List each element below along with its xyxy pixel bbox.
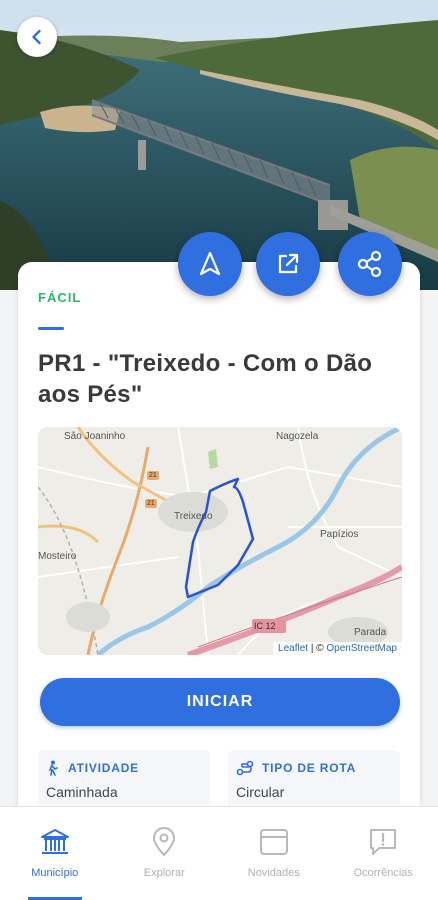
navigate-icon: [199, 251, 221, 276]
route-type-icon: [236, 760, 254, 776]
nav-item-ocorrencias[interactable]: Ocorrências: [329, 807, 438, 900]
nav-item-municipio[interactable]: Município: [0, 807, 110, 900]
navigate-button[interactable]: [178, 232, 242, 296]
road-label: 21: [147, 500, 155, 507]
difficulty-label: FÁCIL: [38, 290, 82, 305]
bottom-navigation: Município Explorar Novidades Ocorrências: [0, 806, 438, 900]
map-canvas: [38, 427, 402, 655]
map-place-label: Papízios: [320, 529, 359, 540]
accent-divider: [38, 327, 64, 330]
road-label: 21: [149, 472, 157, 479]
nav-item-explorar[interactable]: Explorar: [110, 807, 220, 900]
route-type-label: TIPO DE ROTA: [262, 761, 357, 775]
share-button[interactable]: [338, 232, 402, 296]
activity-header: ATIVIDADE: [46, 760, 139, 776]
back-button[interactable]: [17, 17, 57, 57]
building-icon: [40, 829, 69, 854]
nav-label: Ocorrências: [353, 867, 413, 879]
route-type-value: Circular: [236, 784, 285, 800]
nav-label: Explorar: [143, 867, 185, 879]
report-alert-icon: [370, 829, 397, 855]
external-link-icon: [278, 253, 299, 274]
news-icon: [259, 829, 288, 855]
activity-label: ATIVIDADE: [68, 761, 139, 775]
route-title: PR1 - "Treixedo - Com o Dão aos Pés": [38, 350, 373, 408]
leaflet-link[interactable]: Leaflet: [278, 643, 308, 654]
highway-label: IC 12: [254, 621, 276, 631]
map-place-label: Nagozela: [276, 431, 319, 442]
map-attribution: Leaflet | © OpenStreetMap: [273, 642, 402, 655]
route-card: FÁCIL PR1 - "Treixedo - Com o Dão aos Pé…: [18, 262, 420, 822]
route-map[interactable]: São Joaninho Nagozela Treixedo Papízios …: [38, 427, 402, 655]
map-place-label: Parada: [354, 627, 387, 638]
route-type-header: TIPO DE ROTA: [236, 760, 356, 776]
nav-label: Município: [31, 867, 79, 879]
openstreetmap-link[interactable]: OpenStreetMap: [326, 643, 397, 654]
map-place-label: São Joaninho: [64, 431, 126, 442]
share-icon: [357, 250, 382, 278]
map-place-label: Mosteiro: [38, 551, 77, 562]
activity-value: Caminhada: [46, 784, 118, 800]
hiking-icon: [48, 760, 58, 776]
chevron-left-icon: [32, 29, 41, 45]
open-external-button[interactable]: [256, 232, 320, 296]
nav-label: Novidades: [247, 867, 300, 879]
location-pin-icon: [153, 827, 176, 857]
attribution-separator: | ©: [308, 643, 327, 654]
map-place-label: Treixedo: [174, 511, 213, 522]
start-button[interactable]: INICIAR: [40, 678, 400, 726]
nav-item-novidades[interactable]: Novidades: [219, 807, 329, 900]
